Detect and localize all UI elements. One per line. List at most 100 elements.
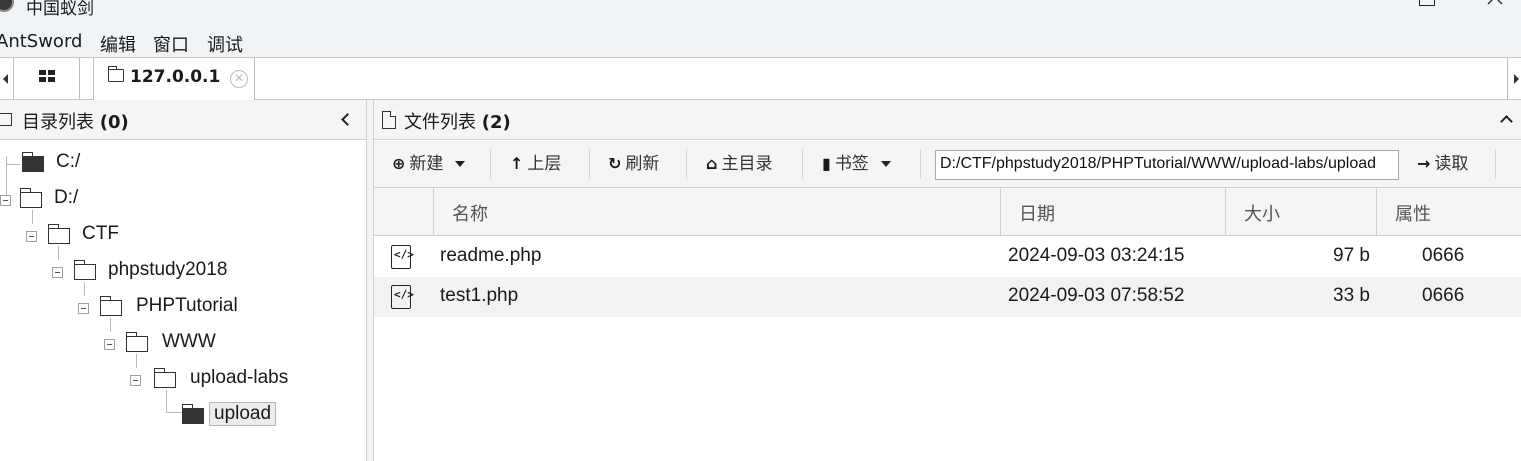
menu-antsword[interactable]: AntSword <box>0 31 82 52</box>
collapse-toggle-icon[interactable] <box>52 267 63 278</box>
home-dir-label: 主目录 <box>721 154 773 174</box>
file-name: readme.php <box>440 245 542 266</box>
tree-node-upload[interactable]: upload <box>0 402 300 430</box>
file-icon <box>382 111 396 129</box>
collapse-panel-button[interactable] <box>338 110 354 128</box>
php-file-icon: </> <box>391 285 414 309</box>
collapse-toggle-icon[interactable] <box>130 375 141 386</box>
folder-icon <box>19 188 42 208</box>
refresh-icon: ↻ <box>608 154 622 173</box>
menu-window[interactable]: 窗口 <box>153 31 189 57</box>
directory-panel-title-text: 目录列表 <box>22 112 94 133</box>
file-date: 2024-09-03 07:58:52 <box>1008 285 1185 306</box>
menu-edit[interactable]: 编辑 <box>100 31 136 57</box>
tree-node-label: PHPTutorial <box>136 295 238 316</box>
chevron-down-icon <box>455 161 466 167</box>
tab-host[interactable]: 127.0.0.1 ✕ <box>93 58 255 100</box>
directory-panel-header: 目录列表 (0) <box>0 100 366 140</box>
file-panel: 文件列表 (2) ⊕ 新建 ↑ 上层 ↻ 刷新 ⌂ 主目录 ▮ 书签 D:/CTF/php… <box>374 100 1521 461</box>
menu-bar: AntSword 编辑 窗口 调试 <box>0 26 1521 58</box>
col-name-header[interactable]: 名称 <box>434 188 1001 236</box>
tree-node-phptutorial[interactable]: PHPTutorial <box>0 294 260 322</box>
file-panel-header: 文件列表 (2) <box>374 100 1521 140</box>
up-level-button[interactable]: ↑ 上层 <box>510 149 561 179</box>
toolbar-divider <box>920 149 921 179</box>
folder-icon <box>47 224 70 244</box>
tree-node-label: CTF <box>82 223 119 244</box>
tree-node-phpstudy2018[interactable]: phpstudy2018 <box>0 258 260 286</box>
col-attr-header[interactable]: 属性 <box>1377 188 1521 236</box>
toolbar-divider <box>686 149 687 179</box>
tree-node-www[interactable]: WWW <box>0 330 240 358</box>
file-row[interactable]: </> readme.php 2024-09-03 03:24:15 97 b … <box>374 237 1521 277</box>
home-icon: ⌂ <box>706 154 718 173</box>
directory-count: (0) <box>99 112 129 133</box>
folder-icon <box>125 332 148 352</box>
minimize-button[interactable] <box>1346 0 1370 16</box>
file-panel-title: 文件列表 (2) <box>404 108 511 134</box>
file-toolbar: ⊕ 新建 ↑ 上层 ↻ 刷新 ⌂ 主目录 ▮ 书签 D:/CTF/phpstudy2018… <box>374 141 1521 188</box>
toolbar-divider <box>802 149 803 179</box>
close-window-button[interactable] <box>1484 0 1508 16</box>
home-dir-button[interactable]: ⌂ 主目录 <box>706 149 772 179</box>
col-date-header[interactable]: 日期 <box>1001 188 1226 236</box>
file-attr: 0666 <box>1422 285 1465 306</box>
col-icon-header <box>374 188 434 236</box>
tree-node-d[interactable]: D:/ <box>0 186 120 214</box>
php-file-icon: </> <box>391 245 414 269</box>
maximize-button[interactable] <box>1415 0 1439 16</box>
tree-node-label: phpstudy2018 <box>108 259 228 280</box>
file-grid-header: 名称 日期 大小 属性 <box>374 188 1521 236</box>
folder-icon <box>108 66 124 82</box>
folder-icon <box>153 368 176 388</box>
tree-node-ctf[interactable]: CTF <box>0 222 140 250</box>
chevron-down-icon <box>880 161 891 167</box>
app-logo-icon <box>0 0 14 12</box>
file-size: 33 b <box>1333 285 1370 306</box>
tree-node-label: WWW <box>162 331 216 352</box>
tab-strip: 127.0.0.1 ✕ <box>0 58 1521 100</box>
plus-circle-icon: ⊕ <box>392 154 406 173</box>
arrow-up-icon: ↑ <box>510 154 524 173</box>
tree-node-upload-labs[interactable]: upload-labs <box>0 366 300 394</box>
collapse-toggle-icon[interactable] <box>104 339 115 350</box>
file-count: (2) <box>481 112 511 133</box>
tab-home-grid[interactable] <box>14 58 80 100</box>
toolbar-divider <box>589 149 590 179</box>
bookmark-button[interactable]: ▮ 书签 <box>822 149 891 179</box>
tab-host-label: 127.0.0.1 <box>130 67 221 87</box>
tab-scroll-left-button[interactable] <box>0 58 14 100</box>
refresh-label: 刷新 <box>625 154 660 174</box>
new-button[interactable]: ⊕ 新建 <box>392 149 466 179</box>
tree-node-label-selected: upload <box>209 402 277 426</box>
directory-panel: 目录列表 (0) C:/ D:/ CTF phpstudy2018 PHPTut… <box>0 100 366 461</box>
up-level-label: 上层 <box>527 154 562 174</box>
path-input[interactable]: D:/CTF/phpstudy2018/PHPTutorial/WWW/uplo… <box>935 150 1399 180</box>
collapse-toggle-icon[interactable] <box>26 231 37 242</box>
collapse-toggle-icon[interactable] <box>78 303 89 314</box>
file-date: 2024-09-03 03:24:15 <box>1008 245 1185 266</box>
arrow-right-icon: → <box>1417 154 1431 173</box>
window-title: 中国蚁剑 <box>26 0 94 19</box>
file-attr: 0666 <box>1422 245 1465 266</box>
read-button[interactable]: → 读取 <box>1417 149 1468 179</box>
new-button-label: 新建 <box>409 154 444 174</box>
folder-icon <box>99 296 122 316</box>
toolbar-divider <box>490 149 491 179</box>
tree-node-c[interactable]: C:/ <box>0 150 120 178</box>
refresh-button[interactable]: ↻ 刷新 <box>608 149 659 179</box>
folder-icon <box>73 260 96 280</box>
file-row[interactable]: </> test1.php 2024-09-03 07:58:52 33 b 0… <box>374 277 1521 317</box>
col-size-header[interactable]: 大小 <box>1226 188 1377 236</box>
folder-icon <box>0 113 12 126</box>
tab-scroll-right-button[interactable] <box>1507 58 1521 100</box>
tab-close-button[interactable]: ✕ <box>230 70 248 88</box>
menu-debug[interactable]: 调试 <box>207 31 243 57</box>
collapse-toggle-icon[interactable] <box>0 195 11 206</box>
toolbar-divider <box>1495 149 1496 179</box>
bookmark-icon: ▮ <box>822 154 831 173</box>
close-icon <box>1487 0 1503 5</box>
panel-splitter[interactable] <box>366 100 374 461</box>
collapse-up-icon[interactable] <box>1501 114 1511 124</box>
read-label: 读取 <box>1434 154 1469 174</box>
